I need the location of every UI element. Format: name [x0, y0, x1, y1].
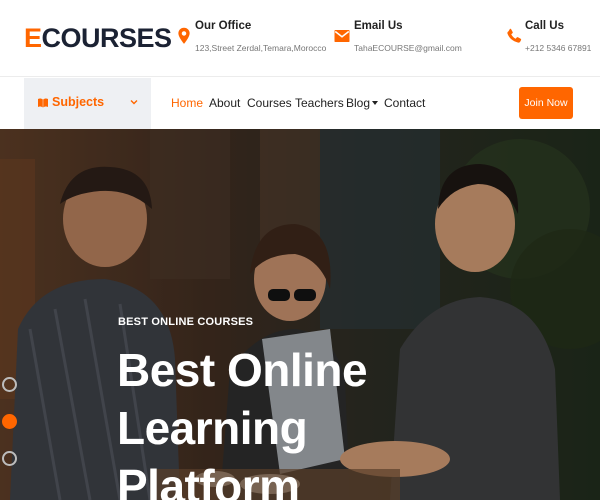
nav-contact[interactable]: Contact [384, 96, 425, 110]
map-pin-icon [178, 27, 190, 44]
nav-blog-label: Blog [346, 96, 371, 110]
chevron-down-icon [130, 100, 138, 105]
hero-kicker: BEST ONLINE COURSES [118, 316, 254, 328]
hero-headline-line1: Best Online Learning [117, 344, 368, 454]
main-navigation: Subjects Home About Courses Teachers Blo… [0, 78, 600, 129]
carousel-dot-3[interactable] [2, 451, 17, 466]
caret-down-icon [372, 101, 379, 105]
office-title: Our Office [195, 20, 252, 32]
email-info: Email Us TahaECOURSE@gmail.com [333, 18, 463, 58]
logo[interactable]: ECOURSES [24, 23, 172, 53]
hero-headline-line2: Platform [117, 460, 300, 500]
email-title: Email Us [354, 20, 403, 32]
nav-about[interactable]: About [209, 96, 240, 110]
book-icon [38, 98, 48, 108]
subjects-dropdown[interactable]: Subjects [24, 78, 151, 129]
email-address[interactable]: TahaECOURSE@gmail.com [354, 43, 462, 53]
phone-title: Call Us [525, 20, 564, 32]
subjects-label: Subjects [52, 95, 105, 109]
phone-number[interactable]: +212 5346 67891 [525, 43, 591, 53]
phone-icon [507, 28, 522, 43]
logo-text: COURSES [41, 23, 173, 53]
hero-carousel: BEST ONLINE COURSES Best Online Learning… [0, 129, 600, 500]
nav-courses[interactable]: Courses [247, 96, 292, 110]
top-bar: ECOURSES Our Office 123,Street Zerdal,Te… [0, 0, 600, 77]
carousel-dot-2[interactable] [2, 414, 17, 429]
office-info: Our Office 123,Street Zerdal,Temara,Moro… [175, 18, 326, 58]
office-address: 123,Street Zerdal,Temara,Morocco [195, 43, 327, 53]
nav-home[interactable]: Home [171, 96, 203, 110]
phone-info: Call Us +212 5346 67891 [505, 18, 595, 58]
nav-teachers[interactable]: Teachers [295, 96, 344, 110]
nav-blog[interactable]: Blog [346, 96, 379, 110]
logo-initial: E [24, 23, 42, 53]
hero-headline: Best Online Learning Platform [117, 341, 557, 500]
envelope-icon [334, 30, 350, 42]
join-now-button[interactable]: Join Now [519, 87, 573, 119]
carousel-dot-1[interactable] [2, 377, 17, 392]
